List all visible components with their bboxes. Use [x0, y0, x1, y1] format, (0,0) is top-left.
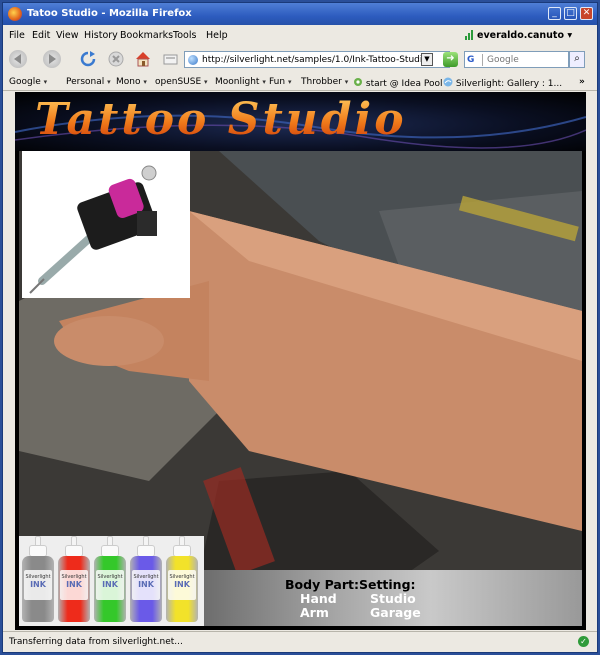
- search-magnifier-icon[interactable]: ⌕: [569, 51, 585, 68]
- close-button[interactable]: ✕: [580, 7, 593, 20]
- home-icon[interactable]: [134, 50, 152, 68]
- user-status-icon: [465, 30, 475, 40]
- menu-file[interactable]: File: [9, 30, 25, 41]
- reload-icon[interactable]: [79, 50, 97, 68]
- window-title: Tatoo Studio - Mozilla Firefox: [27, 8, 192, 19]
- page-icon: [161, 50, 179, 68]
- bookmark-google[interactable]: Google ▾: [9, 77, 47, 87]
- menu-help[interactable]: Help: [206, 30, 228, 41]
- stop-icon[interactable]: [107, 50, 125, 68]
- menu-bar: File Edit View History Bookmarks Tools H…: [3, 25, 597, 45]
- search-bar: G: [464, 51, 569, 68]
- status-text: Transferring data from silverlight.net..…: [9, 637, 183, 647]
- body-part-option-arm[interactable]: Arm: [300, 605, 329, 620]
- tattoo-machine-tool[interactable]: [22, 151, 190, 298]
- browser-window: Tatoo Studio - Mozilla Firefox _ □ ✕ Fil…: [2, 2, 598, 653]
- bookmark-personal[interactable]: Personal ▾: [66, 77, 111, 87]
- title-bar: Tatoo Studio - Mozilla Firefox _ □ ✕: [3, 3, 597, 25]
- bookmark-mono[interactable]: Mono ▾: [116, 77, 147, 87]
- forward-icon[interactable]: [43, 50, 61, 68]
- maximize-button[interactable]: □: [564, 7, 577, 20]
- body-part-option-hand[interactable]: Hand: [300, 591, 337, 606]
- go-button[interactable]: ➜: [443, 52, 458, 67]
- bookmark-silverlight-gallery[interactable]: Silverlight: Gallery : 1...: [443, 77, 562, 89]
- menu-history[interactable]: History: [84, 30, 118, 41]
- menu-view[interactable]: View: [56, 30, 79, 41]
- setting-option-studio[interactable]: Studio: [370, 591, 416, 606]
- checkmark-icon: ✓: [578, 636, 589, 647]
- bookmarks-toolbar: Google ▾ Personal ▾ Mono ▾ openSUSE ▾ Mo…: [3, 73, 597, 91]
- bookmarks-overflow-icon[interactable]: »: [579, 77, 585, 87]
- bookmark-moonlight[interactable]: Moonlight ▾: [215, 77, 266, 87]
- menu-edit[interactable]: Edit: [32, 30, 50, 41]
- firefox-icon: [8, 7, 22, 21]
- minimize-button[interactable]: _: [548, 7, 561, 20]
- ink-palette: Silverlight INK Silverlight INK Silverligh…: [19, 536, 204, 626]
- bookmark-throbber[interactable]: Throbber ▾: [301, 77, 348, 87]
- menu-bookmarks[interactable]: Bookmarks: [120, 30, 173, 41]
- site-globe-icon: [188, 55, 198, 65]
- search-engine-icon[interactable]: G: [467, 54, 483, 66]
- user-account-menu[interactable]: everaldo.canuto ▾: [477, 30, 572, 41]
- ink-bottle-red[interactable]: Silverlight INK: [57, 536, 91, 624]
- ink-bottle-yellow[interactable]: Silverlight INK: [165, 536, 199, 624]
- setting-option-garage[interactable]: Garage: [370, 605, 421, 620]
- ink-bottle-purple[interactable]: Silverlight INK: [129, 536, 163, 624]
- status-bar: Transferring data from silverlight.net..…: [3, 631, 597, 652]
- url-bar[interactable]: http://silverlight.net/samples/1.0/Ink-T…: [184, 51, 450, 68]
- app-title: Tattoo Studio: [35, 94, 407, 145]
- bookmark-idea-pool[interactable]: start @ Idea Pool: [353, 77, 442, 89]
- app-banner: Tattoo Studio: [15, 92, 586, 151]
- navigation-toolbar: http://silverlight.net/samples/1.0/Ink-T…: [3, 45, 597, 73]
- url-dropdown-icon[interactable]: ▼: [421, 53, 433, 66]
- search-input[interactable]: [487, 53, 567, 66]
- options-heading: Body Part:Setting:: [285, 577, 416, 592]
- bookmark-fun[interactable]: Fun ▾: [269, 77, 291, 87]
- back-icon[interactable]: [9, 50, 27, 68]
- gear-icon: [354, 78, 362, 86]
- ink-bottle-green[interactable]: Silverlight INK: [93, 536, 127, 624]
- tattoo-machine-icon: [22, 151, 190, 298]
- url-text: http://silverlight.net/samples/1.0/Ink-T…: [202, 55, 429, 65]
- tattoo-canvas[interactable]: Silverlight INK Silverlight INK Silverligh…: [19, 151, 582, 626]
- options-panel: Body Part:Setting: Hand Arm Studio Garag…: [204, 570, 582, 626]
- silverlight-app: Tattoo Studio Silverlight INK Silverligh…: [15, 92, 586, 630]
- silverlight-icon: [443, 77, 453, 87]
- bookmark-opensuse[interactable]: openSUSE ▾: [155, 77, 208, 87]
- menu-tools[interactable]: Tools: [173, 30, 196, 41]
- ink-bottle-gray[interactable]: Silverlight INK: [21, 536, 55, 624]
